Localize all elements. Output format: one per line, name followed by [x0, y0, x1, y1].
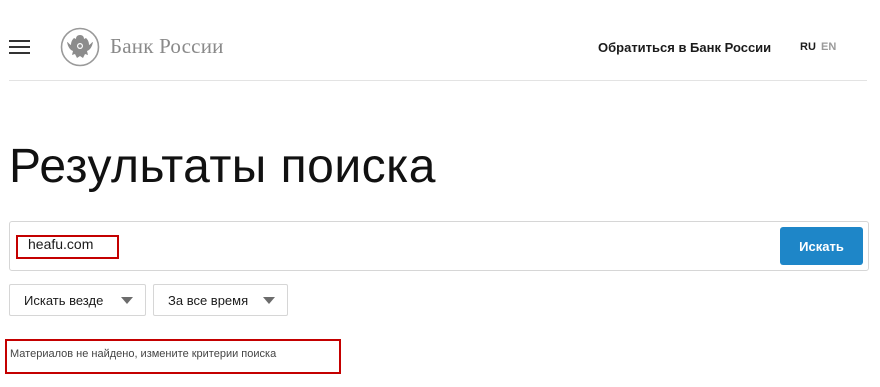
site-header: Банк России Обратиться в Банк России RU … [0, 0, 880, 82]
page-title: Результаты поиска [9, 140, 436, 193]
search-button[interactable]: Искать [780, 227, 863, 265]
language-ru[interactable]: RU [800, 41, 816, 53]
hamburger-menu-icon[interactable] [9, 40, 30, 54]
contact-bank-link[interactable]: Обратиться в Банк России [598, 40, 771, 55]
scope-dropdown[interactable]: Искать везде [9, 284, 146, 316]
bank-emblem-icon[interactable] [60, 27, 100, 67]
period-dropdown[interactable]: За все время [153, 284, 288, 316]
period-dropdown-label: За все время [168, 293, 249, 308]
search-bar: Искать [9, 221, 869, 271]
scope-dropdown-label: Искать везде [24, 293, 104, 308]
no-results-message: Материалов не найдено, измените критерии… [10, 348, 277, 360]
language-en[interactable]: EN [821, 41, 836, 53]
search-input[interactable] [22, 232, 728, 256]
header-divider [9, 80, 867, 81]
dropdown-arrow-icon [263, 297, 275, 304]
dropdown-arrow-icon [121, 297, 133, 304]
bank-name[interactable]: Банк России [110, 34, 224, 59]
